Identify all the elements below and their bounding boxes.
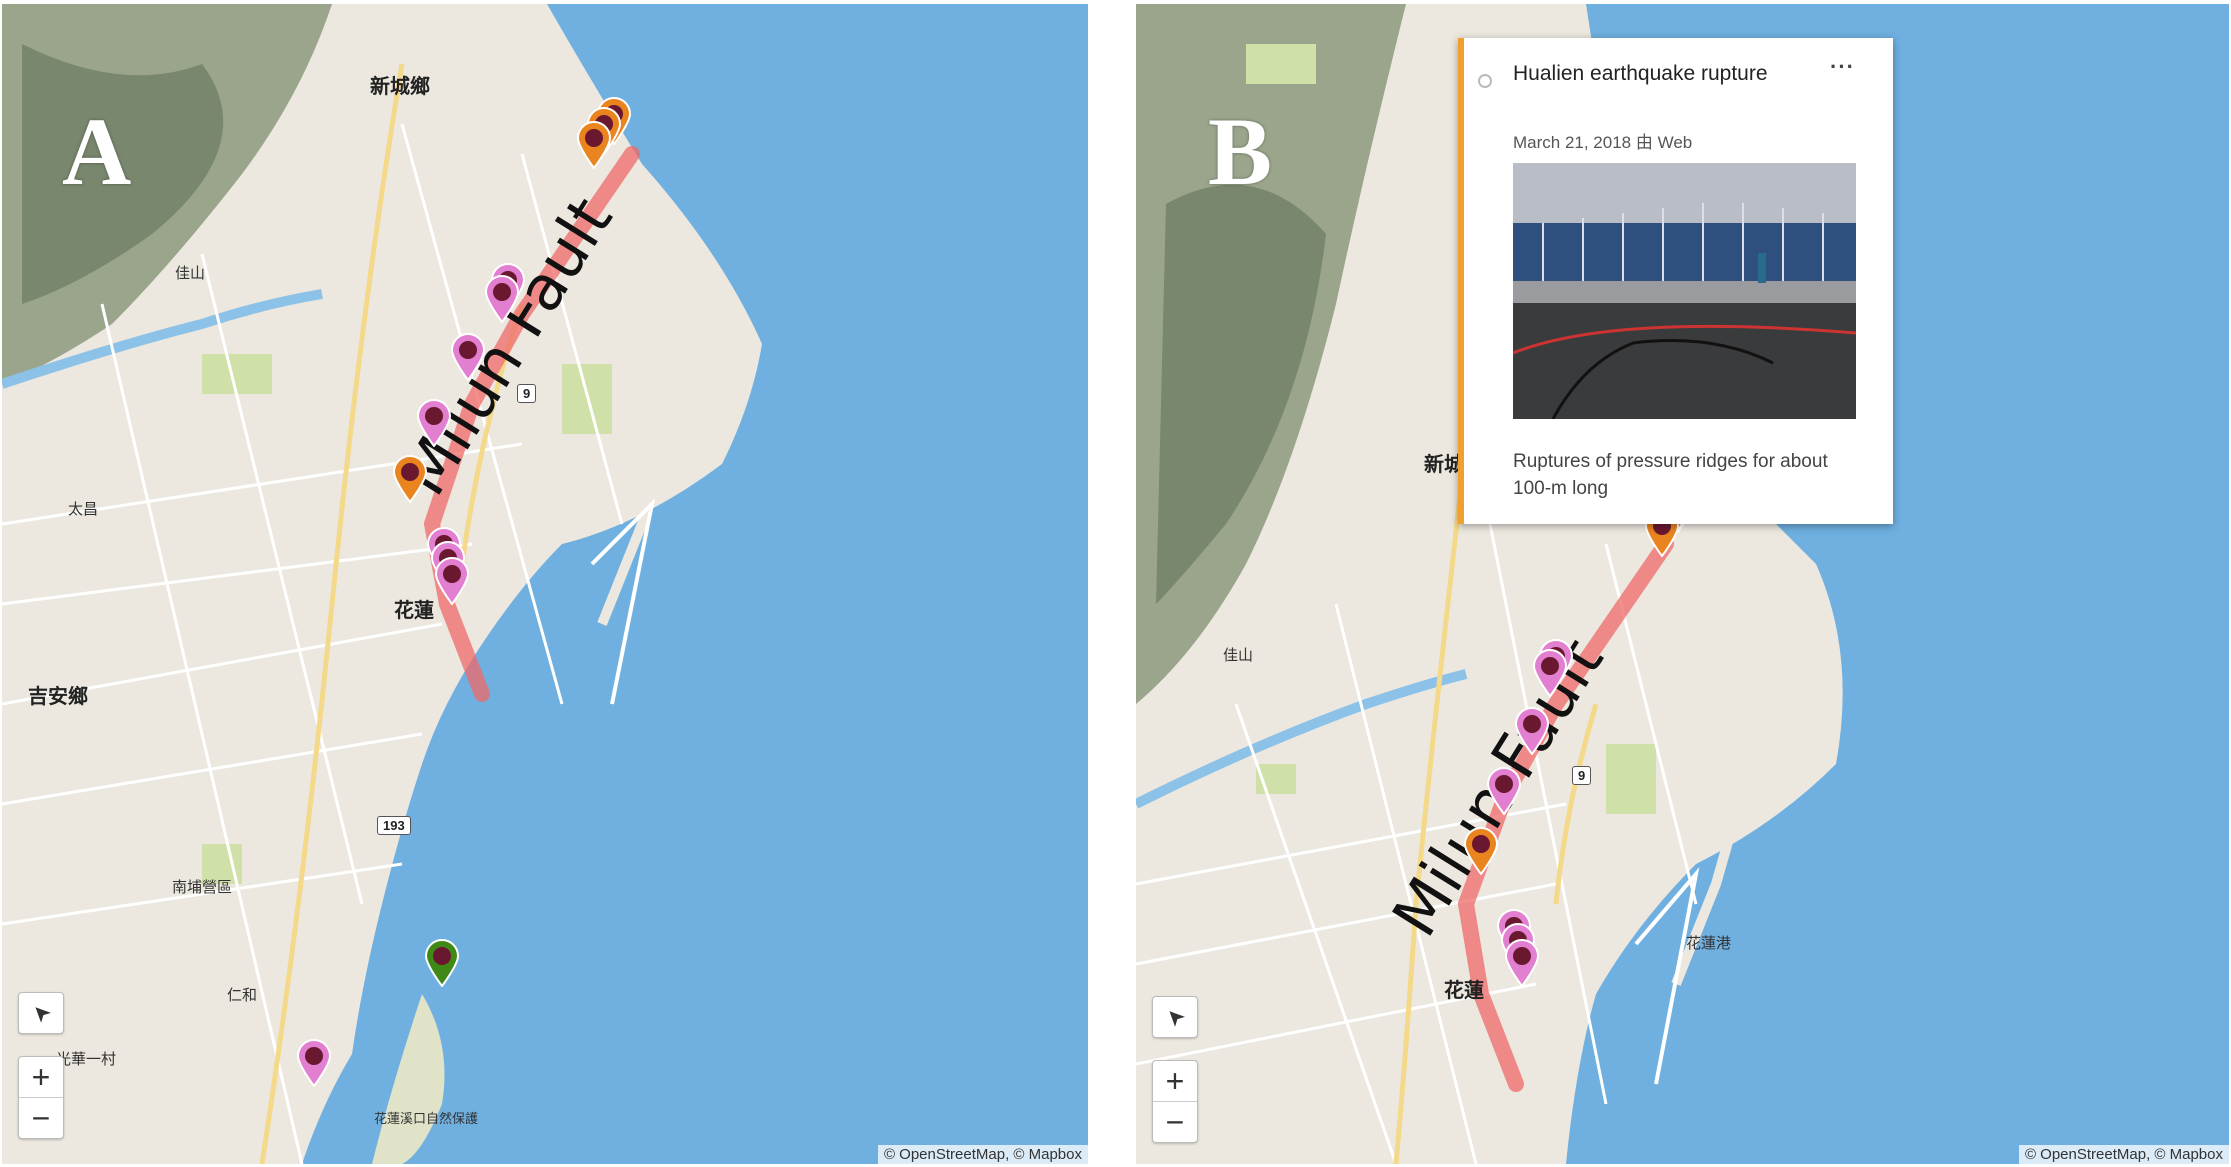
place-label: 花蓮溪口自然保護 — [374, 1112, 479, 1127]
place-label: 花蓮 — [394, 598, 434, 622]
road-shield: 9 — [517, 384, 537, 403]
popup-photo — [1513, 163, 1856, 419]
popup-description: Ruptures of pressure ridges for about 10… — [1513, 451, 1828, 499]
popup-meta: March 21, 2018 由 Web — [1513, 133, 1693, 152]
pink-marker-pin-icon[interactable] — [296, 1039, 332, 1088]
park-patch — [202, 354, 272, 394]
place-label: 新城鄉 — [370, 74, 430, 98]
more-options-icon[interactable]: ··· — [1830, 54, 1855, 80]
green-marker-pin-icon[interactable] — [424, 939, 460, 988]
place-label: 太昌 — [68, 500, 99, 518]
place-label: 南埔營區 — [172, 878, 233, 896]
zoom-out-button[interactable]: − — [19, 1098, 63, 1138]
place-label: 吉安鄉 — [28, 684, 88, 708]
pink-marker-pin-icon[interactable] — [484, 275, 520, 324]
pink-marker-pin-icon[interactable] — [1504, 939, 1540, 988]
locate-button[interactable]: ➤ — [18, 992, 64, 1034]
zoom-out-button[interactable]: − — [1153, 1102, 1197, 1142]
zoom-in-button[interactable]: + — [1153, 1061, 1197, 1101]
park-patch — [1606, 744, 1656, 814]
place-label: 花蓮 — [1444, 978, 1484, 1002]
orange-marker-pin-icon[interactable] — [1463, 827, 1499, 876]
map-canvas-a[interactable] — [2, 4, 1088, 1164]
place-label: 佳山 — [175, 264, 206, 282]
map-panel-b[interactable]: B Milun Fault 花蓮 佳山 新城 花蓮港 9 Hualien ear… — [1136, 4, 2229, 1164]
zoom-control: + − — [1152, 1060, 1198, 1143]
pink-marker-pin-icon[interactable] — [1514, 707, 1550, 756]
popup-title: Hualien earthquake rupture — [1513, 62, 1768, 85]
pink-marker-pin-icon[interactable] — [1532, 649, 1568, 698]
zoom-control: + − — [18, 1056, 64, 1139]
place-label: 仁和 — [227, 986, 258, 1004]
place-label: 光華一村 — [56, 1050, 117, 1068]
pink-marker-pin-icon[interactable] — [1486, 767, 1522, 816]
park-patch — [1246, 44, 1316, 84]
info-popup[interactable]: Hualien earthquake rupture ··· March 21,… — [1458, 38, 1893, 524]
pink-marker-pin-icon[interactable] — [416, 399, 452, 448]
pink-marker-pin-icon[interactable] — [434, 557, 470, 606]
road-shield: 193 — [377, 816, 411, 835]
road-shield: 9 — [1572, 766, 1592, 785]
place-label: 花蓮港 — [1686, 934, 1732, 952]
popup-accent-bar — [1458, 38, 1464, 524]
orange-marker-pin-icon[interactable] — [576, 121, 612, 170]
orange-marker-pin-icon[interactable] — [392, 455, 428, 504]
map-panel-a[interactable]: A Milun Fault 新城鄉 花蓮 吉安鄉 佳山 太昌 南埔營區 光華一村… — [2, 4, 1088, 1164]
panel-letter: B — [1208, 98, 1273, 205]
zoom-in-button[interactable]: + — [19, 1057, 63, 1097]
locate-arrow-icon: ➤ — [25, 997, 57, 1029]
radio-icon[interactable] — [1478, 74, 1492, 88]
locate-button[interactable]: ➤ — [1152, 996, 1198, 1038]
place-label: 佳山 — [1223, 646, 1254, 664]
pink-marker-pin-icon[interactable] — [450, 333, 486, 382]
river-mouth-sandbar — [372, 994, 445, 1164]
map-attribution[interactable]: © OpenStreetMap, © Mapbox — [877, 1145, 1088, 1164]
map-attribution[interactable]: © OpenStreetMap, © Mapbox — [2018, 1145, 2229, 1164]
locate-arrow-icon: ➤ — [1159, 1001, 1191, 1033]
panel-letter: A — [62, 98, 132, 205]
